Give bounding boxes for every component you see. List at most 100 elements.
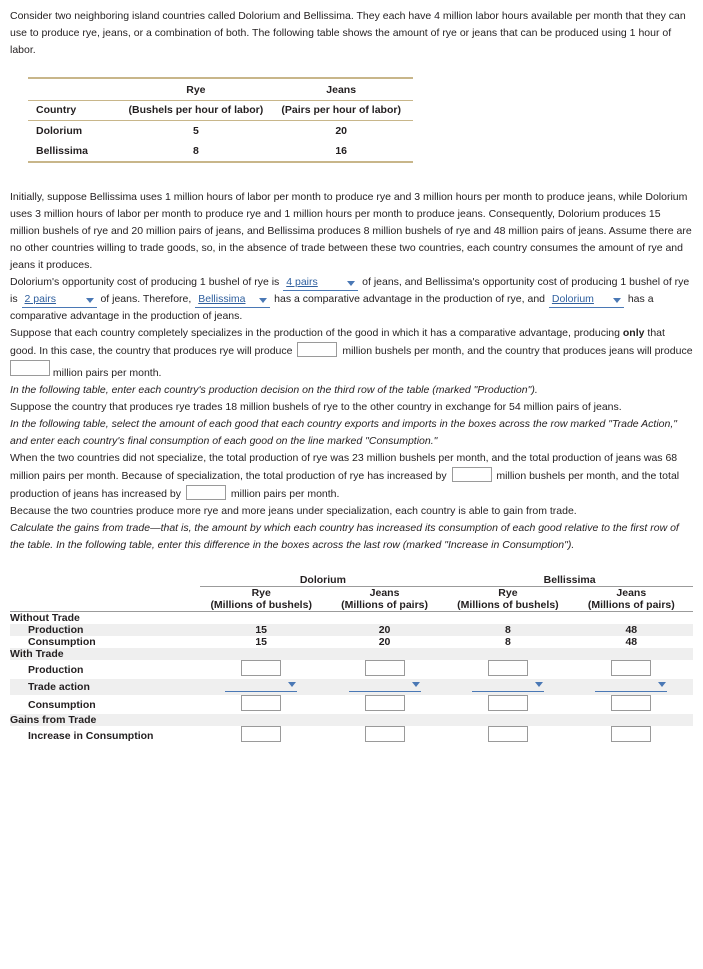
consumption-bellissima-rye: 8 <box>446 636 570 648</box>
input-rye-production-increase[interactable] <box>451 467 492 482</box>
input-jeans-specialized-production[interactable] <box>10 360 50 376</box>
cell-trade-action-bellissima-jeans <box>569 679 693 695</box>
dropdown-bellissima-opportunity-cost-value: 2 pairs <box>24 293 57 305</box>
gains-from-trade-paragraph: Because the two countries produce more r… <box>10 505 577 517</box>
dropdown-bellissima-opportunity-cost[interactable]: 2 pairs <box>21 293 97 308</box>
dropdown-rye-comparative-advantage-value: Bellissima <box>198 293 246 305</box>
table-row: Dolorium 5 20 <box>28 121 413 142</box>
chevron-down-icon <box>259 298 268 303</box>
cell-consumption-bellissima-rye <box>446 695 570 714</box>
input-rye-specialized-production[interactable] <box>297 342 338 357</box>
dropdown-trade-action-bellissima-rye[interactable] <box>471 679 544 692</box>
cell-trade-action-bellissima-rye <box>446 679 570 695</box>
cell-increase-bellissima-rye <box>446 726 570 745</box>
cell-production-dolorium-rye <box>199 660 323 679</box>
row-label-production-without-trade: Production <box>10 624 200 636</box>
column-header-bellissima-jeans: Jeans <box>616 587 647 599</box>
initial-allocation-paragraph: Initially, suppose Bellissima uses 1 mil… <box>10 191 692 271</box>
dropdown-trade-action-dolorium-jeans[interactable] <box>348 679 421 692</box>
input-increase-dolorium-rye[interactable] <box>241 726 282 742</box>
row-label-increase-in-consumption: Increase in Consumption <box>10 726 200 745</box>
row-gains-cell-3 <box>446 714 570 726</box>
input-consumption-bellissima-rye[interactable] <box>487 695 528 711</box>
consumption-dolorium-rye: 15 <box>199 636 323 648</box>
column-header-blank <box>10 587 200 600</box>
column-subheader-bellissima-rye: (Millions of bushels) <box>446 599 570 612</box>
chevron-down-icon <box>612 298 621 303</box>
table-row-trade-action: Trade action <box>10 679 693 695</box>
column-header-row: Rye Jeans Rye Jeans <box>10 587 693 600</box>
top-table-subheader-rye: (Bushels per hour of labor) <box>122 100 270 121</box>
consumption-bellissima-jeans: 48 <box>569 636 693 648</box>
row-label-gains-from-trade: Gains from Trade <box>10 714 200 726</box>
top-table-blank-header <box>28 77 123 101</box>
table-row-section-with-trade: With Trade <box>10 648 693 660</box>
group-header-dolorium: Dolorium <box>199 574 447 587</box>
table-row-production-with-trade: Production <box>10 660 693 679</box>
table-row-consumption-with-trade: Consumption <box>10 695 693 714</box>
trade-summary-table: Dolorium Bellissima Rye Jeans Rye Jeans … <box>10 574 693 745</box>
dropdown-trade-action-bellissima-jeans[interactable] <box>595 679 668 692</box>
row-label-without-trade: Without Trade <box>10 611 200 624</box>
cell-consumption-dolorium-rye <box>199 695 323 714</box>
dropdown-dolorium-opportunity-cost[interactable]: 4 pairs <box>283 276 359 291</box>
cell-increase-bellissima-jeans <box>569 726 693 745</box>
input-consumption-bellissima-jeans[interactable] <box>611 695 652 711</box>
cell-consumption-dolorium-jeans <box>322 695 447 714</box>
table-row-increase-in-consumption: Increase in Consumption <box>10 726 693 745</box>
dropdown-dolorium-opportunity-cost-value: 4 pairs <box>286 276 318 288</box>
production-dolorium-rye: 15 <box>199 624 323 636</box>
top-table-country-bellissima: Bellissima <box>28 141 123 163</box>
group-header-blank <box>10 574 200 587</box>
top-table-bellissima-rye: 8 <box>122 141 270 163</box>
specialization-emphasis: only <box>622 327 645 339</box>
row-label-consumption-with-trade: Consumption <box>10 695 200 714</box>
column-subheader-dolorium-jeans: (Millions of pairs) <box>322 599 447 612</box>
opp-cost-text-4: has a comparative advantage in the produ… <box>274 293 545 305</box>
column-subheader-blank <box>10 599 200 612</box>
row-label-trade-action: Trade action <box>10 679 200 695</box>
production-bellissima-jeans: 48 <box>569 624 693 636</box>
chevron-down-icon <box>534 682 543 687</box>
row-without-trade-cell-1 <box>199 611 323 624</box>
group-header-row: Dolorium Bellissima <box>10 574 693 587</box>
input-production-bellissima-rye[interactable] <box>487 660 528 676</box>
input-consumption-dolorium-jeans[interactable] <box>364 695 405 711</box>
top-table-dolorium-jeans: 20 <box>335 125 348 137</box>
production-instruction-paragraph: In the following table, enter each count… <box>10 384 538 396</box>
row-with-trade-cell-3 <box>446 648 570 660</box>
intro-paragraph: Consider two neighboring island countrie… <box>10 10 686 56</box>
dropdown-rye-comparative-advantage[interactable]: Bellissima <box>195 293 271 308</box>
input-production-bellissima-jeans[interactable] <box>611 660 652 676</box>
input-increase-dolorium-jeans[interactable] <box>364 726 405 742</box>
chevron-down-icon <box>85 298 94 303</box>
input-production-dolorium-jeans[interactable] <box>364 660 405 676</box>
increase-consumption-instruction-paragraph: Calculate the gains from trade—that is, … <box>10 522 679 551</box>
dropdown-trade-action-dolorium-rye[interactable] <box>225 679 298 692</box>
input-consumption-dolorium-rye[interactable] <box>241 695 282 711</box>
labor-productivity-table: Rye Jeans Country (Bushels per hour of l… <box>28 77 413 163</box>
chevron-down-icon <box>658 682 667 687</box>
production-bellissima-rye: 8 <box>446 624 570 636</box>
input-jeans-production-increase[interactable] <box>185 485 226 500</box>
dropdown-jeans-comparative-advantage-value: Dolorium <box>551 293 594 305</box>
row-with-trade-cell-2 <box>322 648 447 660</box>
row-without-trade-cell-2 <box>322 611 447 624</box>
top-table-dolorium-rye: 5 <box>192 125 199 137</box>
chevron-down-icon <box>347 281 356 286</box>
dropdown-jeans-comparative-advantage[interactable]: Dolorium <box>548 293 624 308</box>
input-increase-bellissima-rye[interactable] <box>487 726 528 742</box>
column-subheader-row: (Millions of bushels) (Millions of pairs… <box>10 599 693 612</box>
cell-increase-dolorium-rye <box>199 726 323 745</box>
input-production-dolorium-rye[interactable] <box>241 660 282 676</box>
cell-trade-action-dolorium-rye <box>199 679 323 695</box>
table-row-section-without-trade: Without Trade <box>10 611 693 624</box>
row-gains-cell-1 <box>199 714 323 726</box>
worksheet-page: Consider two neighboring island countrie… <box>0 0 703 755</box>
cell-increase-dolorium-jeans <box>322 726 447 745</box>
table-row-consumption-without-trade: Consumption 15 20 8 48 <box>10 636 693 648</box>
opportunity-cost-paragraph: Dolorium's opportunity cost of producing… <box>10 274 693 325</box>
top-table-header-country: Country <box>28 100 123 121</box>
group-header-bellissima: Bellissima <box>446 574 693 587</box>
input-increase-bellissima-jeans[interactable] <box>611 726 652 742</box>
